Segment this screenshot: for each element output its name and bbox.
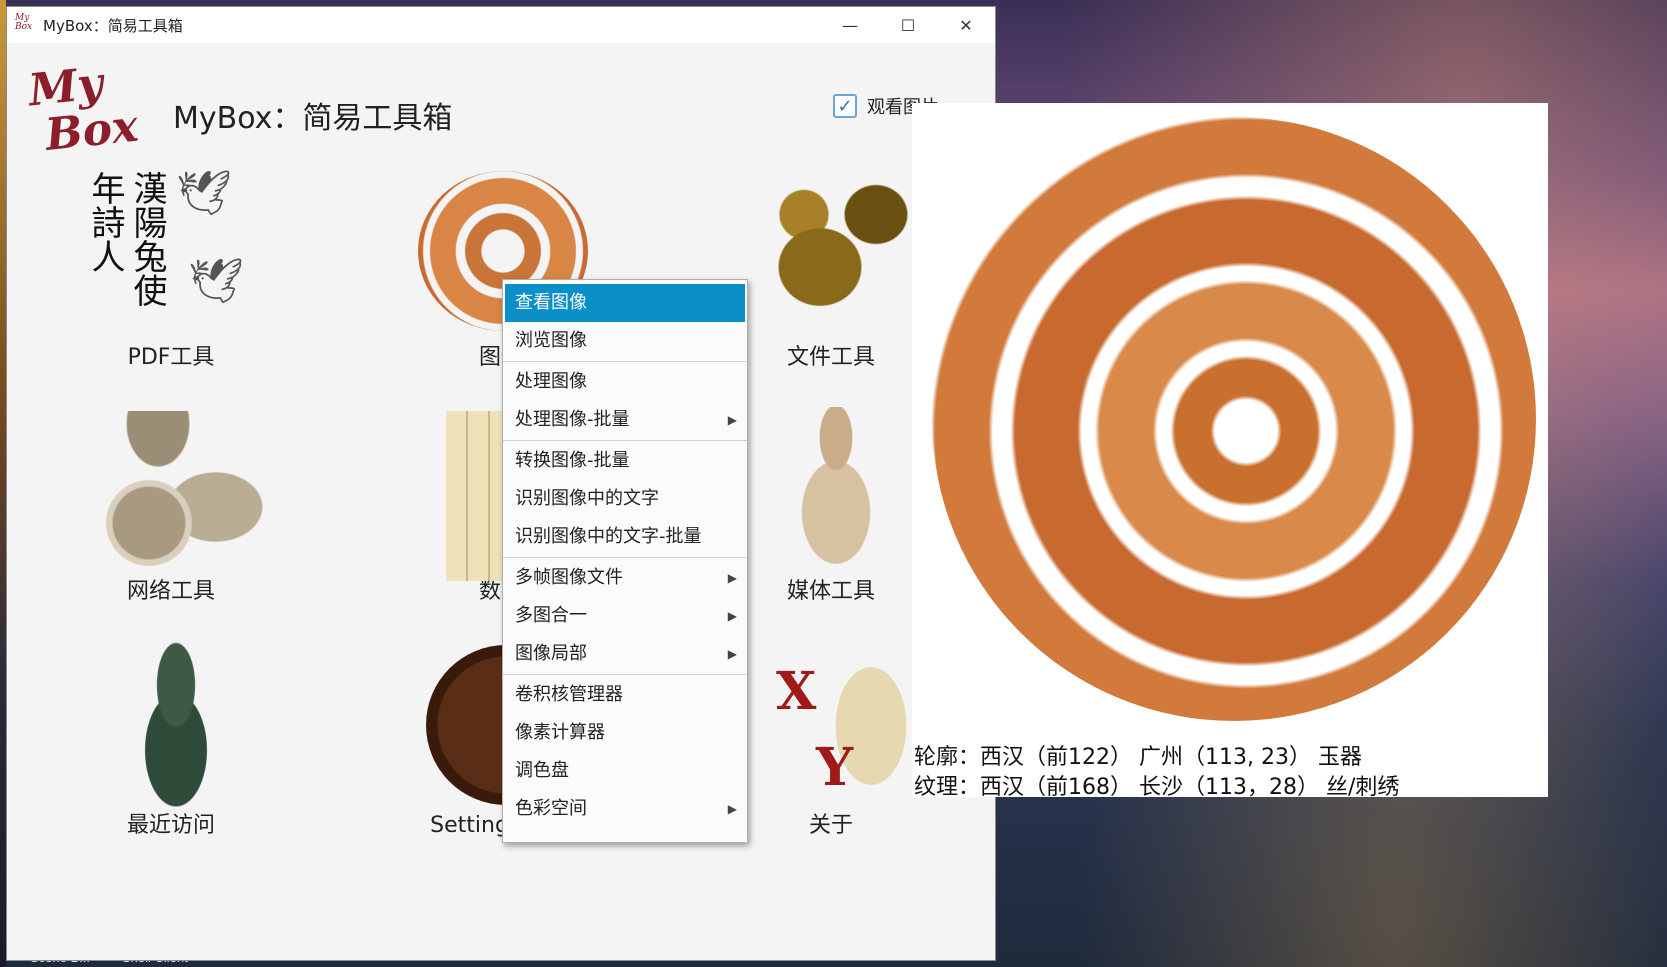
tool-label: 媒体工具 — [786, 579, 875, 604]
tool-label: 网络工具 — [126, 579, 215, 604]
menu-item[interactable]: 识别图像中的文字-批量 — [505, 518, 745, 556]
submenu-arrow-icon: ▶ — [727, 571, 737, 585]
checkbox-checked-icon[interactable]: ✓ — [833, 94, 857, 118]
menu-item[interactable]: 查看图像 — [505, 284, 745, 322]
menu-item[interactable]: 色彩空间 ▶ — [505, 790, 745, 828]
about-mark-y: Y — [816, 737, 854, 798]
menu-item-label: 多帧图像文件 — [515, 567, 623, 588]
menu-item-label: 查看图像 — [515, 292, 587, 313]
tool-network[interactable]: 网络工具 — [61, 401, 281, 605]
bronze-vessel-image — [76, 635, 266, 817]
menu-separator — [503, 440, 747, 441]
submenu-arrow-icon: ▶ — [727, 413, 737, 427]
menu-item-label: 转换图像-批量 — [515, 450, 630, 471]
about-mark-x: X — [776, 661, 817, 722]
menu-item-label: 处理图像-批量 — [515, 409, 630, 430]
image-context-menu: 查看图像浏览图像处理图像处理图像-批量 ▶ 转换图像-批量识别图像中的文字识别图像中… — [502, 279, 748, 843]
jade-dragon-image: X Y — [736, 635, 926, 805]
preview-caption-texture: 纹理：西汉（前168） 长沙（113，28） 丝/刺绣 — [914, 775, 1400, 800]
submenu-arrow-icon: ▶ — [727, 647, 737, 661]
submenu-arrow-icon: ▶ — [727, 802, 737, 816]
tool-label: 文件工具 — [786, 345, 875, 370]
tool-media[interactable]: 媒体工具 — [721, 401, 941, 605]
app-title: MyBox：简易工具箱 — [173, 101, 453, 136]
crane-icon: 🕊 — [188, 256, 244, 307]
close-button[interactable]: ✕ — [937, 7, 995, 43]
menu-item-label: 处理图像 — [515, 371, 587, 392]
menu-separator — [503, 361, 747, 362]
mybox-logo: My Box — [26, 57, 141, 161]
tool-recent[interactable]: 最近访问 — [61, 635, 281, 839]
jade-disc-preview — [932, 117, 1536, 721]
tool-file[interactable]: 文件工具 — [721, 167, 941, 371]
calligraphy-text: 漢陽兔使年詩人 — [85, 171, 167, 307]
preview-caption-outline: 轮廓：西汉（前122） 广州（113, 23） 玉器 — [914, 745, 1362, 770]
menu-separator — [503, 557, 747, 558]
menu-item[interactable]: 多图合一 ▶ — [505, 597, 745, 635]
minimize-button[interactable]: — — [821, 7, 879, 43]
tool-label: PDF工具 — [127, 345, 215, 370]
pottery-figure-image — [736, 401, 926, 577]
menu-item[interactable]: 像素计算器 — [505, 714, 745, 752]
menu-item-label: 色彩空间 — [515, 798, 587, 819]
menu-item-label: 识别图像中的文字 — [515, 488, 659, 509]
tool-pdf[interactable]: 漢陽兔使年詩人 🕊 🕊 PDF工具 — [61, 167, 281, 371]
calligraphy-cranes-image: 漢陽兔使年詩人 🕊 🕊 — [76, 167, 266, 337]
maximize-button[interactable]: ☐ — [879, 7, 937, 43]
menu-item-label: 卷积核管理器 — [515, 684, 623, 705]
submenu-arrow-icon: ▶ — [727, 609, 737, 623]
chariot-image — [76, 401, 266, 571]
menu-item-label: 像素计算器 — [515, 722, 605, 743]
menu-item[interactable]: 调色盘 — [505, 752, 745, 790]
menu-separator — [503, 674, 747, 675]
menu-item[interactable]: 识别图像中的文字 — [505, 480, 745, 518]
menu-item-label: 图像局部 — [515, 643, 587, 664]
menu-item[interactable]: 浏览图像 — [505, 322, 745, 360]
main-window: My Box MyBox：简易工具箱 — ☐ ✕ My Box MyBox：简易… — [6, 6, 996, 961]
menu-item[interactable]: 多帧图像文件 ▶ — [505, 559, 745, 597]
tool-about[interactable]: X Y 关于 — [721, 635, 941, 839]
title-bar[interactable]: My Box MyBox：简易工具箱 — ☐ ✕ — [7, 7, 995, 43]
menu-item[interactable]: 图像局部 ▶ — [505, 635, 745, 673]
header: My Box MyBox：简易工具箱 ✓ 观看图片 — [7, 43, 995, 161]
menu-item[interactable]: 卷积核管理器 — [505, 676, 745, 714]
image-preview-popup: 轮廓：西汉（前122） 广州（113, 23） 玉器 纹理：西汉（前168） 长… — [912, 103, 1548, 800]
menu-item[interactable]: 转换图像-批量 — [505, 442, 745, 480]
menu-item-label: 浏览图像 — [515, 330, 587, 351]
menu-item[interactable]: 处理图像 — [505, 363, 745, 401]
bronze-dragon-image — [736, 167, 926, 337]
menu-item-label: 调色盘 — [515, 760, 569, 781]
menu-item-label: 识别图像中的文字-批量 — [515, 526, 702, 547]
app-icon: My Box — [15, 13, 33, 32]
window-title: MyBox：简易工具箱 — [43, 16, 183, 35]
menu-item-label: 多图合一 — [515, 605, 587, 626]
crane-icon: 🕊 — [176, 168, 232, 219]
menu-item[interactable]: 处理图像-批量 ▶ — [505, 401, 745, 439]
